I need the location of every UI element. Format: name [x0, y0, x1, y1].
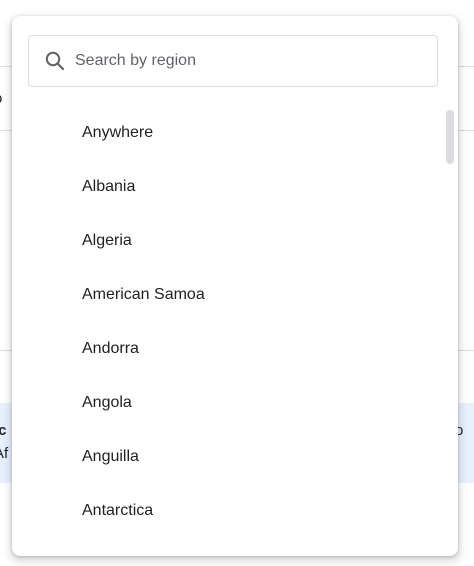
region-option-algeria[interactable]: Algeria	[12, 214, 458, 268]
region-option-angola[interactable]: Angola	[12, 376, 458, 430]
background-divider	[0, 130, 12, 131]
background-divider	[0, 66, 12, 67]
region-option-albania[interactable]: Albania	[12, 160, 458, 214]
background-text-fragment: Af	[0, 445, 9, 462]
search-icon	[43, 49, 67, 73]
region-option-american-samoa[interactable]: American Samoa	[12, 268, 458, 322]
region-list: Anywhere Albania Algeria American Samoa …	[12, 106, 458, 556]
background-info-panel	[458, 403, 474, 483]
background-text-fragment: o	[0, 89, 2, 109]
region-option-andorra[interactable]: Andorra	[12, 322, 458, 376]
background-info-panel	[0, 403, 12, 483]
region-option-anywhere[interactable]: Anywhere	[12, 106, 458, 160]
search-input[interactable]	[75, 46, 437, 76]
region-option-anguilla[interactable]: Anguilla	[12, 430, 458, 484]
region-option-antarctica[interactable]: Antarctica	[12, 484, 458, 538]
background-divider	[458, 130, 474, 131]
search-box[interactable]	[28, 35, 438, 87]
background-divider	[458, 350, 474, 351]
background-divider	[0, 350, 12, 351]
background-text-fragment: ic	[0, 422, 7, 439]
background-divider	[458, 66, 474, 67]
region-picker-popup: Anywhere Albania Algeria American Samoa …	[12, 16, 458, 556]
scrollbar-thumb[interactable]	[446, 110, 454, 164]
